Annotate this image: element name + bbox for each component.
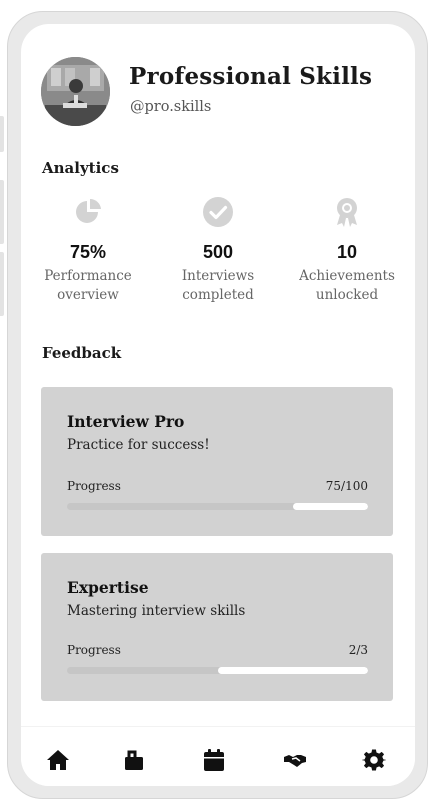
analytics-heading: Analytics — [42, 159, 119, 177]
home-icon — [47, 750, 69, 770]
avatar[interactable] — [41, 57, 110, 126]
stat-label: Interviews completed — [181, 268, 255, 303]
nav-jobs[interactable] — [119, 745, 149, 775]
feedback-card-expertise[interactable]: Expertise Mastering interview skills Pro… — [41, 553, 393, 701]
card-title: Interview Pro — [67, 412, 185, 431]
card-subtitle: Mastering interview skills — [67, 603, 246, 619]
pie-chart-icon — [76, 198, 101, 223]
card-title: Expertise — [67, 578, 149, 597]
phone-frame: Professional Skills @pro.skills Analytic… — [7, 11, 428, 799]
profile-handle: @pro.skills — [130, 99, 212, 115]
award-icon — [337, 198, 357, 227]
feedback-card-interview-pro[interactable]: Interview Pro Practice for success! Prog… — [41, 387, 393, 536]
calendar-icon — [204, 749, 224, 771]
stat-label: Performance overview — [44, 268, 132, 303]
settings-icon — [362, 749, 386, 771]
bottom-nav — [21, 726, 415, 786]
analytics-stats: 75% Performance overview 500 Interviews co… — [21, 196, 415, 316]
progress-label: Progress — [67, 479, 121, 493]
stat-achievements[interactable]: 10 Achievements unlocked — [282, 196, 412, 305]
stat-value: 500 — [202, 242, 234, 262]
profile-name: Professional Skills — [129, 63, 373, 90]
handshake-icon — [284, 755, 306, 767]
feedback-heading: Feedback — [42, 344, 122, 362]
progress-remaining — [217, 667, 368, 674]
nav-networking[interactable] — [280, 745, 310, 775]
progress-remaining — [292, 503, 368, 510]
progress-bar — [67, 503, 368, 510]
side-button-mute — [0, 116, 4, 152]
progress-value: 75/100 — [325, 479, 368, 493]
side-button-volume-up — [0, 180, 4, 244]
nav-settings[interactable] — [359, 745, 389, 775]
nav-calendar[interactable] — [199, 745, 229, 775]
stat-performance[interactable]: 75% Performance overview — [23, 196, 153, 305]
check-circle-icon — [203, 197, 233, 227]
nav-home[interactable] — [43, 745, 73, 775]
stat-value: 75% — [69, 242, 107, 262]
stat-value: 10 — [336, 242, 358, 262]
briefcase-icon — [125, 750, 143, 770]
progress-bar — [67, 667, 368, 674]
app-screen: Professional Skills @pro.skills Analytic… — [21, 24, 415, 786]
progress-label: Progress — [67, 643, 121, 657]
side-button-volume-down — [0, 252, 4, 316]
progress-value: 2/3 — [348, 643, 368, 657]
profile-header: Professional Skills @pro.skills — [41, 57, 405, 129]
stat-interviews[interactable]: 500 Interviews completed — [153, 196, 283, 305]
card-subtitle: Practice for success! — [67, 437, 210, 453]
stat-label: Achievements unlocked — [299, 268, 395, 303]
